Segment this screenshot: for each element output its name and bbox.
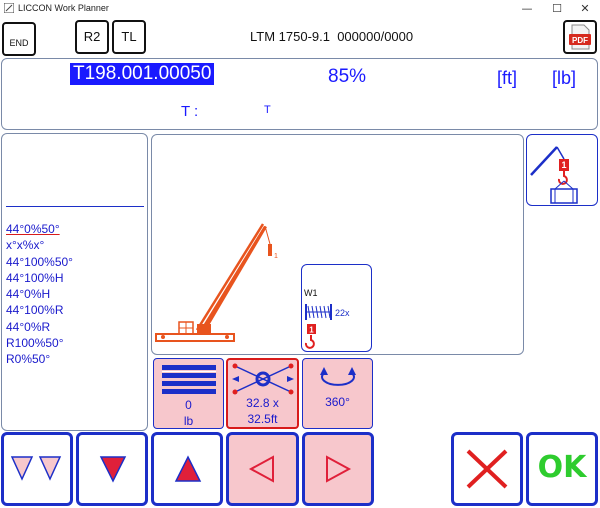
config-list-item[interactable]: R100%50° (6, 335, 73, 351)
ok-button[interactable]: OK (526, 432, 598, 506)
crane-model: LTM 1750-9.1 (250, 29, 330, 44)
config-list-item[interactable]: 44°100%50° (6, 254, 73, 270)
triangle-down-icon (99, 456, 127, 483)
config-list-item[interactable]: 44°100%H (6, 270, 73, 286)
window-titlebar: LICCON Work Planner — ☐ ✕ (0, 0, 600, 18)
outrigger-button[interactable]: 32.8 x 32.5ft (226, 358, 299, 429)
config-list-item[interactable]: 44°0%50° (6, 221, 73, 237)
tl-button[interactable]: TL (112, 20, 146, 54)
winch-hook-number: 1 (309, 326, 314, 335)
page-down-double-button[interactable] (1, 432, 73, 506)
minimize-button[interactable]: — (512, 1, 542, 17)
hook-lift-icon: 1 (530, 146, 578, 204)
config-list-item[interactable]: x°x%x° (6, 237, 73, 253)
rotate-icon (319, 367, 356, 386)
config-list-item[interactable]: 44°0%R (6, 319, 73, 335)
pdf-icon: PDF (569, 24, 591, 50)
end-button[interactable]: END (2, 22, 36, 56)
cross-icon (466, 449, 508, 489)
slewing-button[interactable]: 360° (302, 358, 373, 429)
hook-config-button[interactable]: 1 (526, 134, 598, 206)
boom-config-list[interactable]: 44°0%50° x°x%x° 44°100%50° 44°100%H 44°0%H 44… (6, 221, 73, 368)
previous-button[interactable] (226, 432, 299, 506)
next-button[interactable] (302, 432, 374, 506)
svg-text:1: 1 (561, 160, 566, 170)
t-value: T (264, 104, 271, 116)
pdf-button[interactable]: PDF (563, 20, 597, 54)
crane-icon: 1 (155, 223, 278, 342)
outrigger-icon (231, 363, 294, 395)
counterweight-icon (161, 365, 216, 394)
slewing-value: 360° (325, 395, 350, 409)
config-list-item[interactable]: 44°0%H (6, 286, 73, 302)
config-list-item[interactable]: 44°100%R (6, 302, 73, 318)
crane-code: 000000/0000 (337, 29, 414, 44)
double-triangle-down-icon (10, 456, 62, 481)
triangle-left-icon (248, 455, 274, 483)
reeving-value: 22x (335, 308, 350, 318)
triangle-up-icon (174, 455, 202, 482)
list-divider (6, 206, 144, 207)
r2-button[interactable]: R2 (75, 20, 109, 54)
window-title: LICCON Work Planner (18, 3, 109, 13)
pdf-label: PDF (572, 36, 588, 45)
config-list-item[interactable]: R0%50° (6, 351, 73, 367)
t-label: T : (181, 103, 199, 120)
winch-label: W1 (304, 288, 318, 298)
scroll-down-button[interactable] (76, 432, 148, 506)
winch-drum-icon: 22x 1 (304, 304, 350, 349)
unit-length[interactable]: [ft] (497, 68, 517, 89)
hook-label: 1 (274, 253, 278, 260)
crane-header: LTM 1750-9.1 000000/0000 (250, 29, 413, 44)
app-icon (4, 3, 14, 13)
counterweight-value: 0 (185, 398, 192, 412)
cancel-button[interactable] (451, 432, 523, 506)
close-window-button[interactable]: ✕ (570, 1, 600, 17)
unit-weight[interactable]: [lb] (552, 68, 576, 89)
maximize-button[interactable]: ☐ (542, 1, 572, 17)
load-table-code[interactable]: T198.001.00050 (70, 63, 215, 85)
utilization-percent: 85% (328, 66, 367, 87)
outrigger-span-line1: 32.8 x (246, 396, 279, 410)
triangle-right-icon (326, 455, 352, 483)
outrigger-span-line2: 32.5ft (247, 412, 278, 426)
counterweight-button[interactable]: 0 lb (153, 358, 224, 429)
scroll-up-button[interactable] (151, 432, 223, 506)
counterweight-unit: lb (183, 414, 194, 428)
